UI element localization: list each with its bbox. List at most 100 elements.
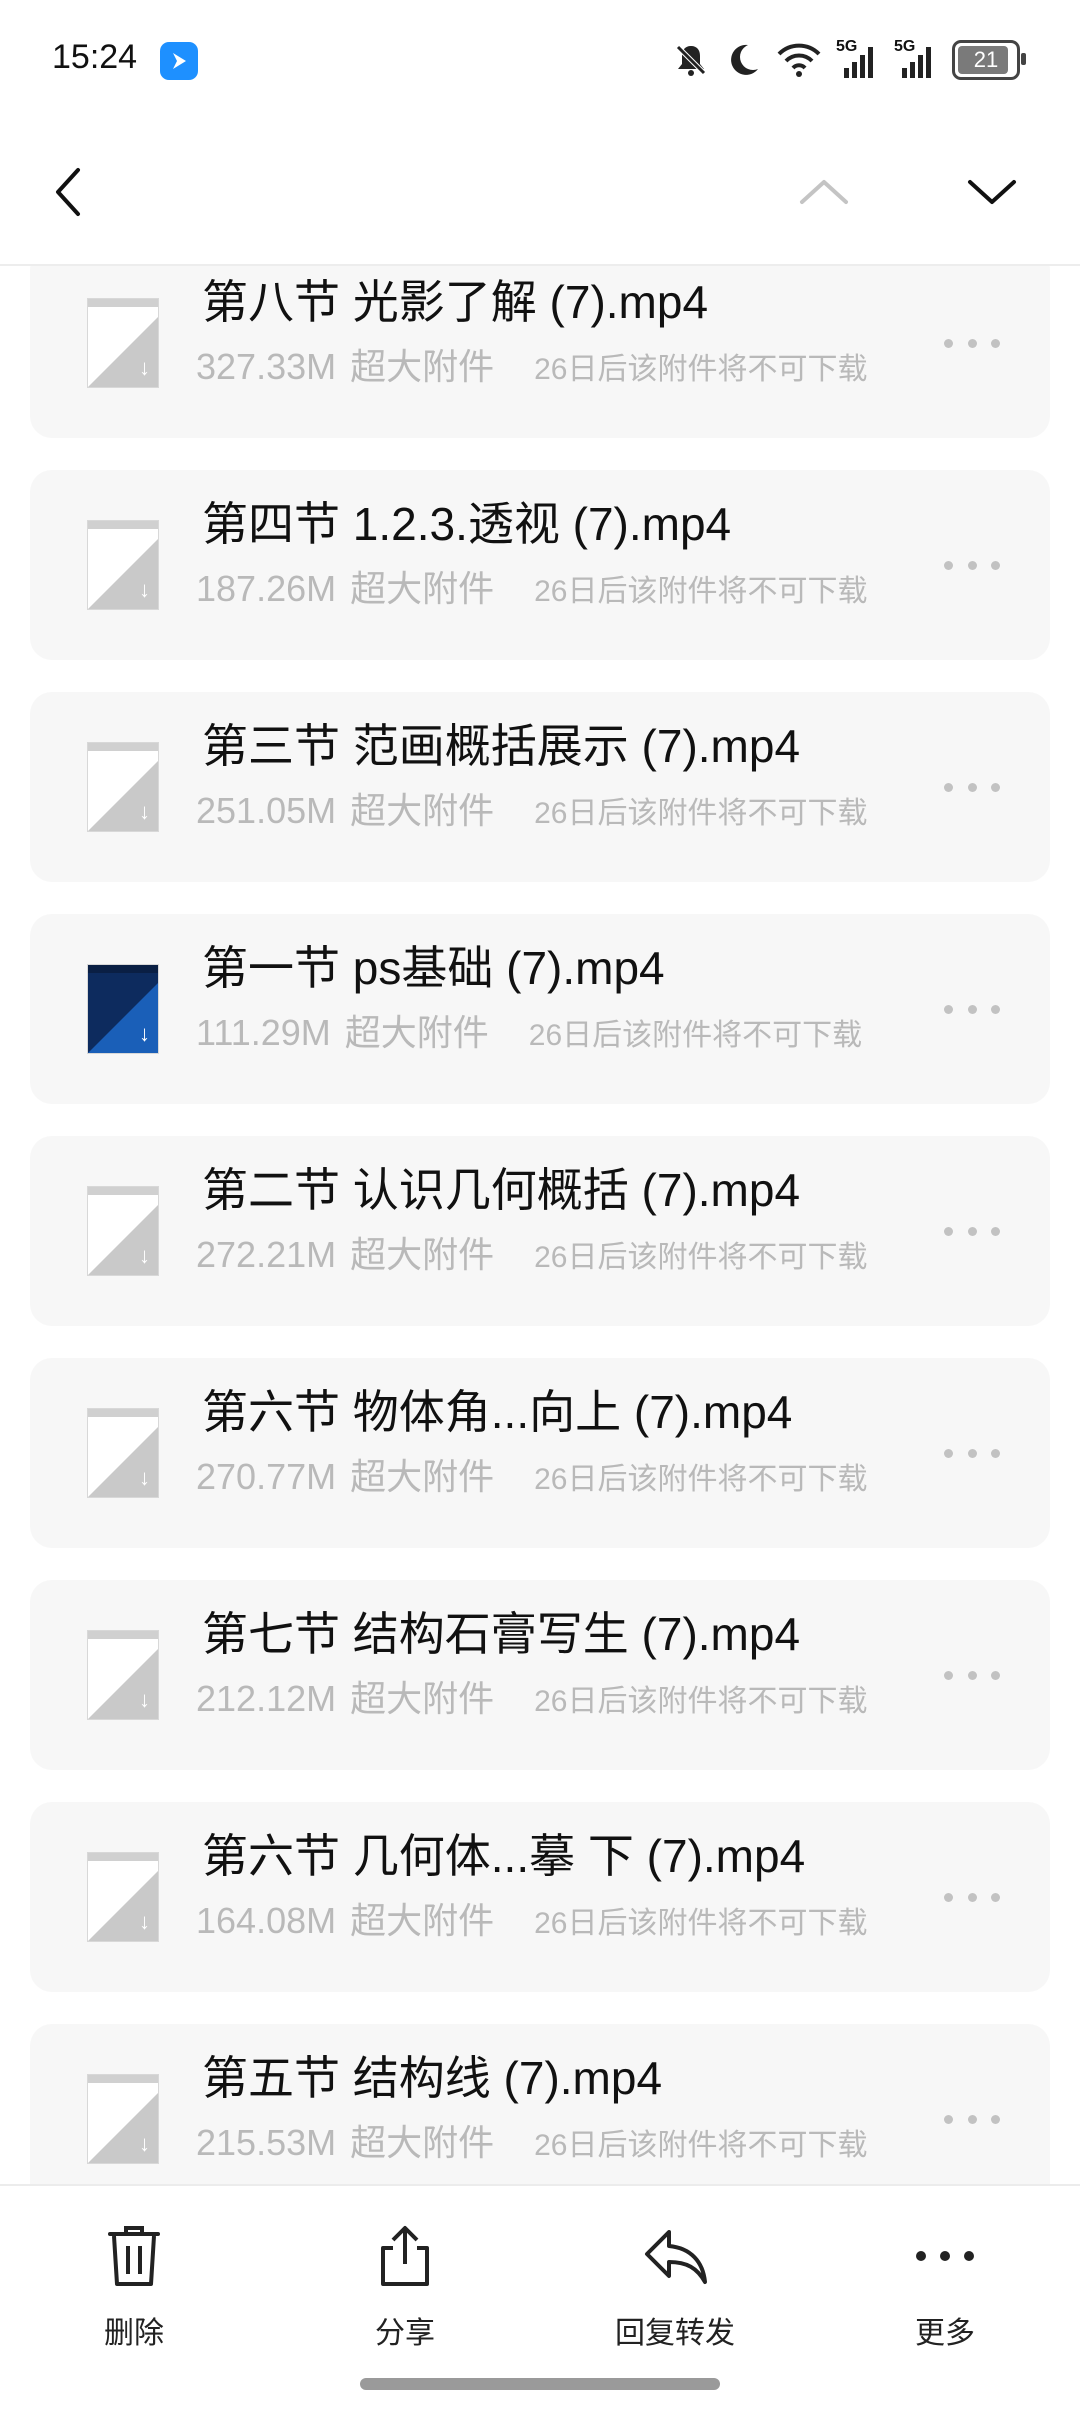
attachment-meta: 187.26M 超大附件 26日后该附件将不可下载 <box>196 560 868 612</box>
attachment-card[interactable]: ↓ 第七节 结构石膏写生 (7).mp4 212.12M 超大附件 26日后该附件将不可… <box>30 1580 1050 1770</box>
attachment-more-icon[interactable] <box>944 999 1000 1019</box>
expiry-note: 26日后该附件将不可下载 <box>534 353 868 386</box>
attachment-tag: 超大附件 <box>350 1456 495 1497</box>
share-label: 分享 <box>375 2317 435 2350</box>
attachment-card[interactable]: ↓ 第三节 范画概括展示 (7).mp4 251.05M 超大附件 26日后该附件将不可… <box>30 692 1050 882</box>
battery-level: 21 <box>973 47 999 72</box>
home-indicator[interactable] <box>360 2378 720 2390</box>
download-arrow-icon: ↓ <box>139 1021 150 1046</box>
mute-bell-icon <box>672 40 710 80</box>
video-thumbnail: ↓ <box>88 1631 158 1719</box>
attachment-meta: 164.08M 超大附件 26日后该附件将不可下载 <box>196 1892 868 1944</box>
chevron-up-icon <box>800 180 848 204</box>
download-arrow-icon: ↓ <box>139 1243 150 1268</box>
attachment-name: 第四节 1.2.3.透视 (7).mp4 <box>202 498 732 550</box>
attachment-tag: 超大附件 <box>350 1234 495 1275</box>
attachment-more-icon[interactable] <box>944 2109 1000 2129</box>
attachment-more-icon[interactable] <box>944 333 1000 353</box>
wifi-icon <box>776 40 822 80</box>
attachment-card[interactable]: ↓ 第一节 ps基础 (7).mp4 111.29M 超大附件 26日后该附件将不可下载 <box>30 914 1050 1104</box>
attachment-meta: 212.12M 超大附件 26日后该附件将不可下载 <box>196 1670 868 1722</box>
back-button[interactable] <box>36 160 100 224</box>
signal-5g-icon: 5G <box>894 38 938 80</box>
expiry-note: 26日后该附件将不可下载 <box>534 1241 868 1274</box>
attachment-tag: 超大附件 <box>350 346 495 387</box>
attachment-name: 第七节 结构石膏写生 (7).mp4 <box>202 1608 801 1660</box>
video-thumbnail: ↓ <box>88 965 158 1053</box>
attachment-size: 251.05M <box>196 790 337 831</box>
battery-icon: 21 <box>952 40 1026 80</box>
share-button[interactable]: 分享 <box>315 2216 495 2352</box>
attachment-tag: 超大附件 <box>350 568 495 609</box>
attachment-meta: 327.33M 超大附件 26日后该附件将不可下载 <box>196 338 868 390</box>
attachment-more-icon[interactable] <box>944 1887 1000 1907</box>
expiry-note: 26日后该附件将不可下载 <box>528 1019 863 1052</box>
download-arrow-icon: ↓ <box>139 799 150 824</box>
attachment-name: 第二节 认识几何概括 (7).mp4 <box>202 1164 801 1216</box>
download-arrow-icon: ↓ <box>139 1687 150 1712</box>
attachment-card[interactable]: ↓ 第四节 1.2.3.透视 (7).mp4 187.26M 超大附件 26日后该附件将… <box>30 470 1050 660</box>
delete-label: 删除 <box>104 2317 164 2350</box>
expiry-note: 26日后该附件将不可下载 <box>534 2129 868 2162</box>
video-thumbnail: ↓ <box>88 299 158 387</box>
attachment-name: 第六节 几何体...摹 下 (7).mp4 <box>202 1830 806 1882</box>
attachment-name: 第五节 结构线 (7).mp4 <box>202 2052 663 2104</box>
expiry-note: 26日后该附件将不可下载 <box>534 797 868 830</box>
attachment-card[interactable]: ↓ 第六节 几何体...摹 下 (7).mp4 164.08M 超大附件 26日后该附件… <box>30 1802 1050 1992</box>
video-thumbnail: ↓ <box>88 2075 158 2163</box>
attachment-card[interactable]: ↓ 第八节 光影了解 (7).mp4 327.33M 超大附件 26日后该附件将不可下载 <box>30 264 1050 438</box>
attachment-more-icon[interactable] <box>944 1665 1000 1685</box>
reply-forward-label: 回复转发 <box>615 2317 735 2350</box>
expiry-note: 26日后该附件将不可下载 <box>534 575 868 608</box>
video-thumbnail: ↓ <box>88 1409 158 1497</box>
attachment-size: 272.21M <box>196 1234 337 1275</box>
attachment-more-icon[interactable] <box>944 1221 1000 1241</box>
more-label: 更多 <box>915 2317 975 2350</box>
attachment-meta: 272.21M 超大附件 26日后该附件将不可下载 <box>196 1226 868 1278</box>
expiry-note: 26日后该附件将不可下载 <box>534 1685 868 1718</box>
attachment-list[interactable]: ↓ 第八节 光影了解 (7).mp4 327.33M 超大附件 26日后该附件将不可下载… <box>0 264 1080 2184</box>
attachment-card[interactable]: ↓ 第五节 结构线 (7).mp4 215.53M 超大附件 26日后该附件将不可下载 <box>30 2024 1050 2184</box>
attachment-size: 164.08M <box>196 1900 337 1941</box>
attachment-name: 第六节 物体角...向上 (7).mp4 <box>202 1386 793 1438</box>
attachment-size: 187.26M <box>196 568 337 609</box>
attachment-card[interactable]: ↓ 第六节 物体角...向上 (7).mp4 270.77M 超大附件 26日后该附件将… <box>30 1358 1050 1548</box>
attachment-name: 第八节 光影了解 (7).mp4 <box>202 276 709 328</box>
reply-forward-button[interactable]: 回复转发 <box>585 2216 765 2352</box>
share-icon <box>381 2226 429 2286</box>
attachment-more-icon[interactable] <box>944 1443 1000 1463</box>
attachment-more-icon[interactable] <box>944 555 1000 575</box>
attachment-tag: 超大附件 <box>350 790 495 831</box>
next-item-button[interactable] <box>960 160 1024 224</box>
attachment-size: 327.33M <box>196 346 337 387</box>
moon-icon <box>724 40 762 80</box>
attachment-size: 215.53M <box>196 2122 337 2163</box>
video-thumbnail: ↓ <box>88 1853 158 1941</box>
download-arrow-icon: ↓ <box>139 1909 150 1934</box>
status-time: 15:24 <box>52 38 138 76</box>
attachment-tag: 超大附件 <box>350 2122 495 2163</box>
attachment-more-icon[interactable] <box>944 777 1000 797</box>
video-thumbnail: ↓ <box>88 521 158 609</box>
download-arrow-icon: ↓ <box>139 1465 150 1490</box>
attachment-card[interactable]: ↓ 第二节 认识几何概括 (7).mp4 272.21M 超大附件 26日后该附件将不可… <box>30 1136 1050 1326</box>
back-chevron-icon <box>56 168 80 216</box>
attachment-tag: 超大附件 <box>350 1900 495 1941</box>
status-bar: 15:24 5G 5G 21 <box>0 0 1080 120</box>
attachment-size: 270.77M <box>196 1456 337 1497</box>
signal-5g-icon: 5G <box>836 38 880 80</box>
download-arrow-icon: ↓ <box>139 2131 150 2156</box>
attachment-meta: 215.53M 超大附件 26日后该附件将不可下载 <box>196 2114 868 2166</box>
trash-icon <box>108 2226 160 2286</box>
chevron-down-icon <box>968 180 1016 204</box>
expiry-note: 26日后该附件将不可下载 <box>534 1463 868 1496</box>
attachment-meta: 251.05M 超大附件 26日后该附件将不可下载 <box>196 782 868 834</box>
attachment-tag: 超大附件 <box>344 1012 489 1053</box>
attachment-tag: 超大附件 <box>350 1678 495 1719</box>
previous-item-button[interactable] <box>792 160 856 224</box>
attachment-size: 212.12M <box>196 1678 337 1719</box>
more-button[interactable]: 更多 <box>855 2216 1035 2352</box>
video-thumbnail: ↓ <box>88 743 158 831</box>
delete-button[interactable]: 删除 <box>44 2216 224 2352</box>
reply-icon <box>645 2230 707 2284</box>
